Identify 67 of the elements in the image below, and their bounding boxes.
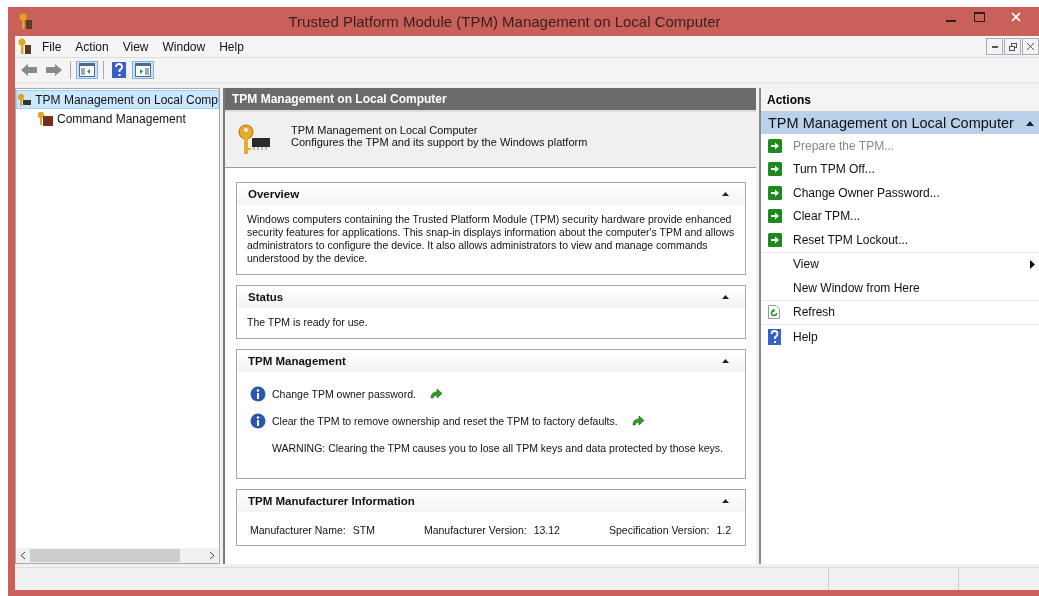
field-value: 1.2 xyxy=(716,524,731,536)
section-title: Overview xyxy=(248,188,300,200)
close-icon xyxy=(1027,43,1034,50)
pane-command[interactable]: Change Owner Password... xyxy=(761,181,1039,205)
curved-arrow-icon[interactable] xyxy=(429,388,443,399)
section-title: TPM Manufacturer Information xyxy=(248,495,415,507)
collapse-icon[interactable] xyxy=(722,295,729,299)
collapse-icon[interactable] xyxy=(722,359,729,363)
restore-button[interactable] xyxy=(1004,38,1021,55)
menu-item[interactable]: Help xyxy=(212,39,251,54)
pane-command[interactable]: Help xyxy=(761,324,1039,349)
menu-item[interactable]: File xyxy=(35,39,69,54)
window-title: Trusted Platform Module (TPM) Management on Local Computer xyxy=(287,13,722,30)
info-icon xyxy=(250,412,266,429)
key-book-icon xyxy=(37,111,53,126)
pane-command[interactable]: Refresh xyxy=(761,299,1039,324)
field-label: Manufacturer Version: xyxy=(423,524,527,536)
help-icon xyxy=(768,328,781,345)
key-chip-icon xyxy=(17,92,32,107)
horizontal-scrollbar[interactable] xyxy=(16,548,219,563)
maximize-icon xyxy=(973,12,985,22)
field-label: Manufacturer Name: xyxy=(250,524,346,536)
section-title: Status xyxy=(248,291,284,303)
submenu-arrow-icon xyxy=(1030,259,1035,269)
scroll-right-icon[interactable] xyxy=(209,551,215,560)
menu-item[interactable]: View xyxy=(115,39,156,54)
pane-command[interactable]: New Window from Here xyxy=(761,276,1039,300)
task-text: Change TPM owner password. xyxy=(272,387,416,400)
section-text: Windows computers containing the Trusted Platform Module (TPM) security hardware provide enhanced security features for applications. This snap-in displays information about the computer's TPM and allows administrators to configure the device. It also allows administrators to view and manage commands understood by the device. xyxy=(247,213,735,265)
pane-command[interactable]: View xyxy=(761,251,1039,276)
restore-icon xyxy=(1008,42,1017,51)
field-label: Specification Version: xyxy=(609,524,710,536)
key-chip-icon xyxy=(237,124,271,156)
minimize-icon xyxy=(991,45,998,48)
field-value: 13.12 xyxy=(533,524,560,536)
show-action-pane-button[interactable] xyxy=(132,61,154,79)
help-button[interactable] xyxy=(109,60,129,80)
menu-item[interactable]: Action xyxy=(68,39,116,54)
warning-text: WARNING: Clearing the TPM causes you to lose all TPM keys and data protected by those keys. xyxy=(272,441,723,454)
close-button[interactable] xyxy=(1022,38,1039,55)
minimize-button[interactable] xyxy=(986,38,1003,55)
task-text: Clear the TPM to remove ownership and reset the TPM to factory defaults. xyxy=(272,414,618,427)
menu-item[interactable]: Window xyxy=(155,39,213,54)
field-value: STM xyxy=(352,524,375,536)
collapse-icon[interactable] xyxy=(722,192,729,196)
tree-item[interactable]: Command Management xyxy=(16,109,219,128)
app-key-icon xyxy=(17,38,31,55)
pane-header: TPM Management on Local Computer xyxy=(225,88,756,112)
show-tree-button[interactable] xyxy=(76,61,98,79)
curved-arrow-icon[interactable] xyxy=(631,415,645,426)
collapse-icon[interactable] xyxy=(722,499,729,503)
scroll-left-icon[interactable] xyxy=(20,551,26,560)
minimize-icon xyxy=(946,19,956,22)
pane-command[interactable]: Reset TPM Lockout... xyxy=(761,228,1039,252)
close-icon xyxy=(1011,12,1021,22)
info-description: Configures the TPM and its support by the Windows platform xyxy=(291,136,588,148)
action-group-header[interactable]: TPM Management on Local Computer xyxy=(761,112,1039,134)
pane-command[interactable]: Turn TPM Off... xyxy=(761,157,1039,181)
pane-command[interactable]: Clear TPM... xyxy=(761,204,1039,228)
refresh-icon xyxy=(768,305,780,320)
info-icon xyxy=(250,385,266,402)
pane-header: Actions xyxy=(761,88,1039,112)
tree-item[interactable]: TPM Management on Local Comp xyxy=(16,90,219,109)
app-key-icon xyxy=(18,13,32,30)
section-text: The TPM is ready for use. xyxy=(247,316,369,329)
section-title: TPM Management xyxy=(248,355,346,367)
info-title: TPM Management on Local Computer xyxy=(291,124,479,136)
